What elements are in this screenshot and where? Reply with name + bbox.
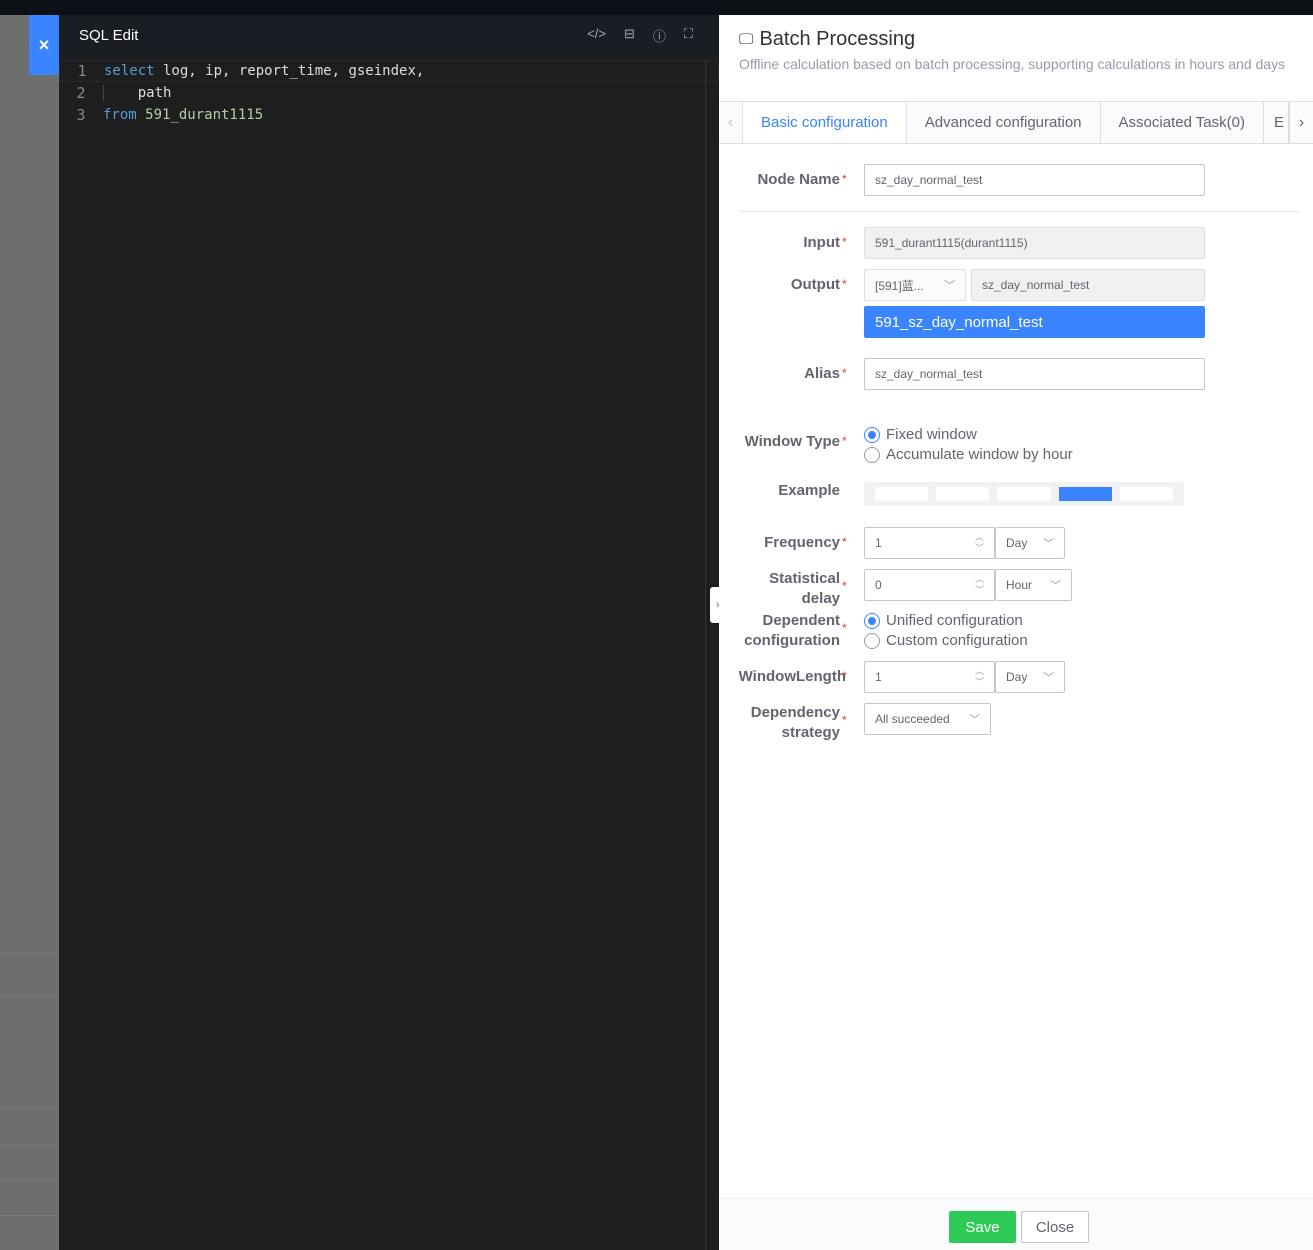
save-button[interactable]: Save xyxy=(949,1211,1016,1243)
tab-scroll-left-icon[interactable]: ‹ xyxy=(719,102,743,143)
fullscreen-icon[interactable]: ⛶ xyxy=(684,26,693,45)
radio-unified-configuration[interactable]: Unified configuration xyxy=(864,612,1023,629)
chevron-down-icon: ﹀ xyxy=(1050,580,1061,592)
output-business-select[interactable]: [591]蓝... ﹀ xyxy=(864,269,966,301)
example-window-diagram xyxy=(864,482,1184,506)
close-icon[interactable]: × xyxy=(29,15,59,75)
inbox-icon[interactable]: ⊟ xyxy=(624,26,635,45)
editor-title: SQL Edit xyxy=(79,26,139,44)
example-segment-active xyxy=(1058,487,1112,501)
input-field: 591_durant1115(durant1115) xyxy=(864,227,1205,259)
stepper-icon[interactable]: ︿ ﹀ xyxy=(975,532,984,554)
dependency-strategy-select[interactable]: All succeeded ﹀ xyxy=(864,703,991,735)
frequency-label: Frequency xyxy=(764,534,840,551)
radio-custom-configuration[interactable]: Custom configuration xyxy=(864,632,1028,649)
output-name-input: sz_day_normal_test xyxy=(971,269,1205,301)
editor-scrollbar[interactable] xyxy=(705,60,706,1250)
code-line[interactable]: 2 path xyxy=(59,82,719,104)
close-button[interactable]: Close xyxy=(1021,1211,1089,1243)
example-label: Example xyxy=(778,482,840,499)
example-segment xyxy=(1119,487,1174,501)
batch-processing-panel: 🖵 Batch Processing Offline calculation ba… xyxy=(719,15,1313,1250)
alias-label: Alias xyxy=(804,365,840,382)
radio-fixed-window[interactable]: Fixed window xyxy=(864,426,977,443)
panel-title: Batch Processing xyxy=(759,28,916,50)
radio-accumulate-window[interactable]: Accumulate window by hour xyxy=(864,446,1073,463)
example-segment xyxy=(875,487,929,501)
radio-unchecked-icon xyxy=(864,632,880,649)
example-segment xyxy=(936,487,990,501)
panel-description: Offline calculation based on batch proce… xyxy=(739,56,1286,72)
output-label: Output xyxy=(790,276,840,293)
window-length-unit-select[interactable]: Day ﹀ xyxy=(995,661,1065,693)
window-length-label: WindowLength xyxy=(738,668,846,685)
monitor-icon: 🖵 xyxy=(739,31,754,48)
output-result-table: 591_sz_day_normal_test xyxy=(864,306,1205,338)
code-area[interactable]: 1 select log, ip, report_time, gseindex, … xyxy=(59,55,719,126)
chevron-down-icon: ﹀ xyxy=(1043,672,1054,684)
window-length-input[interactable]: 1 ︿ ﹀ xyxy=(864,661,995,693)
code-line[interactable]: 3 from 591_durant1115 xyxy=(59,104,719,126)
stepper-icon[interactable]: ︿ ﹀ xyxy=(975,574,984,596)
frequency-unit-select[interactable]: Day ﹀ xyxy=(995,527,1065,559)
example-segment xyxy=(997,487,1051,501)
radio-checked-icon xyxy=(864,612,880,629)
top-bar xyxy=(0,0,1313,15)
alias-input[interactable]: sz_day_normal_test xyxy=(864,358,1205,390)
tab-advanced-configuration[interactable]: Advanced configuration xyxy=(907,102,1101,143)
input-label: Input xyxy=(803,234,840,251)
tab-more[interactable]: E xyxy=(1264,102,1289,143)
code-line[interactable]: 1 select log, ip, report_time, gseindex, xyxy=(59,60,719,82)
code-format-icon[interactable]: </> xyxy=(587,26,606,45)
dependent-configuration-label: Dependent configuration xyxy=(744,612,840,649)
editor-header: SQL Edit </> ⊟ ⓘ ⛶ xyxy=(59,15,719,55)
radio-unchecked-icon xyxy=(864,446,880,463)
node-name-input[interactable]: sz_day_normal_test xyxy=(864,164,1205,196)
frequency-input[interactable]: 1 ︿ ﹀ xyxy=(864,527,995,559)
background-page xyxy=(0,15,59,1250)
tab-basic-configuration[interactable]: Basic configuration xyxy=(743,102,907,143)
chevron-down-icon: ﹀ xyxy=(1043,538,1054,550)
stepper-icon[interactable]: ︿ ﹀ xyxy=(975,666,984,688)
info-icon[interactable]: ⓘ xyxy=(653,26,666,45)
sql-editor: SQL Edit </> ⊟ ⓘ ⛶ 1 select log, ip, repo… xyxy=(59,15,719,1250)
window-type-label: Window Type xyxy=(744,433,840,450)
tab-bar: ‹ Basic configuration Advanced configura… xyxy=(719,101,1313,144)
chevron-down-icon: ﹀ xyxy=(944,280,955,292)
delay-input[interactable]: 0 ︿ ﹀ xyxy=(864,569,995,601)
statistical-delay-label: Statistical delay xyxy=(769,570,840,607)
tab-associated-task[interactable]: Associated Task(0) xyxy=(1101,102,1264,143)
tab-scroll-right-icon[interactable]: › xyxy=(1289,102,1313,143)
dependency-strategy-label: Dependency strategy xyxy=(750,704,840,741)
chevron-down-icon: ﹀ xyxy=(969,714,980,726)
radio-checked-icon xyxy=(864,426,880,443)
panel-footer: Save Close xyxy=(719,1198,1313,1250)
node-name-label: Node Name xyxy=(757,171,840,188)
delay-unit-select[interactable]: Hour ﹀ xyxy=(995,569,1072,601)
